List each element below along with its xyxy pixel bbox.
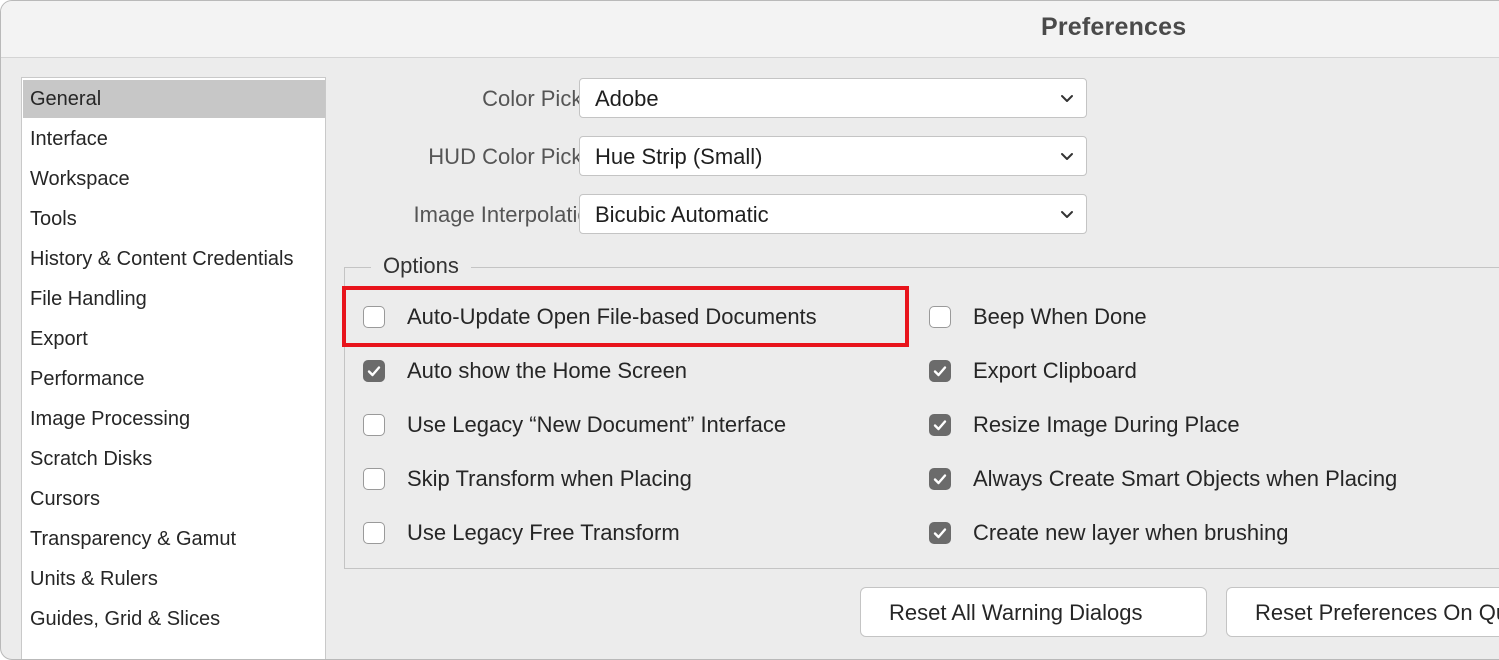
sidebar-item-history-content-credentials[interactable]: History & Content Credentials [23,240,325,278]
image-interpolation-select[interactable]: Bicubic Automatic [579,194,1087,234]
window-title: Preferences [1041,13,1187,41]
sidebar-item-tools[interactable]: Tools [23,200,325,238]
option-label: Use Legacy Free Transform [407,520,680,545]
sidebar-item-scratch-disks[interactable]: Scratch Disks [23,440,325,478]
sidebar-item-cursors[interactable]: Cursors [23,480,325,518]
checkmark-icon [933,474,947,485]
sidebar-item-performance[interactable]: Performance [23,360,325,398]
title-bar: Preferences [1,1,1499,58]
image-interpolation-value: Bicubic Automatic [595,202,769,227]
option-label: Always Create Smart Objects when Placing [973,466,1398,491]
option-label: Beep When Done [973,304,1147,329]
options-legend: Options [371,253,471,279]
checkbox[interactable] [929,522,951,544]
sidebar-item-units-rulers[interactable]: Units & Rulers [23,560,325,598]
sidebar: General Interface Workspace Tools Histor… [21,77,326,659]
auto-show-home-screen-option[interactable]: Auto show the Home Screen [363,356,687,386]
checkbox[interactable] [929,414,951,436]
resize-image-during-place-option[interactable]: Resize Image During Place [929,410,1240,440]
checkbox[interactable] [363,468,385,490]
color-picker-select[interactable]: Adobe [579,78,1087,118]
checkbox[interactable] [929,360,951,382]
checkmark-icon [367,366,381,377]
sidebar-item-transparency-gamut[interactable]: Transparency & Gamut [23,520,325,558]
checkmark-icon [933,528,947,539]
hud-color-picker-value: Hue Strip (Small) [595,144,763,169]
legacy-new-document-option[interactable]: Use Legacy “New Document” Interface [363,410,786,440]
sidebar-item-general[interactable]: General [23,80,325,118]
skip-transform-option[interactable]: Skip Transform when Placing [363,464,692,494]
always-create-smart-objects-option[interactable]: Always Create Smart Objects when Placing [929,464,1397,494]
sidebar-item-guides-grid-slices[interactable]: Guides, Grid & Slices [23,600,325,638]
sidebar-item-workspace[interactable]: Workspace [23,160,325,198]
option-label: Skip Transform when Placing [407,466,692,491]
option-label: Resize Image During Place [973,412,1240,437]
checkbox[interactable] [929,468,951,490]
preferences-window: Preferences General Interface Workspace … [0,0,1499,660]
sidebar-item-export[interactable]: Export [23,320,325,358]
checkbox[interactable] [363,360,385,382]
color-picker-value: Adobe [595,86,659,111]
reset-preferences-button[interactable]: Reset Preferences On Quit [1226,587,1499,637]
sidebar-item-image-processing[interactable]: Image Processing [23,400,325,438]
legacy-free-transform-option[interactable]: Use Legacy Free Transform [363,518,680,548]
chevron-down-icon [1061,95,1073,102]
chevron-down-icon [1061,153,1073,160]
option-label: Auto show the Home Screen [407,358,688,383]
chevron-down-icon [1061,211,1073,218]
sidebar-item-interface[interactable]: Interface [23,120,325,158]
reset-warning-dialogs-button[interactable]: Reset All Warning Dialogs [860,587,1207,637]
option-label: Export Clipboard [973,358,1137,383]
checkbox[interactable] [929,306,951,328]
checkmark-icon [933,420,947,431]
export-clipboard-option[interactable]: Export Clipboard [929,356,1137,386]
sidebar-item-file-handling[interactable]: File Handling [23,280,325,318]
checkmark-icon [933,366,947,377]
beep-when-done-option[interactable]: Beep When Done [929,302,1147,332]
hud-color-picker-select[interactable]: Hue Strip (Small) [579,136,1087,176]
option-label: Create new layer when brushing [973,520,1289,545]
checkbox[interactable] [363,522,385,544]
checkbox[interactable] [363,414,385,436]
highlight-annotation [342,286,909,347]
option-label: Use Legacy “New Document” Interface [407,412,787,437]
create-new-layer-brushing-option[interactable]: Create new layer when brushing [929,518,1289,548]
